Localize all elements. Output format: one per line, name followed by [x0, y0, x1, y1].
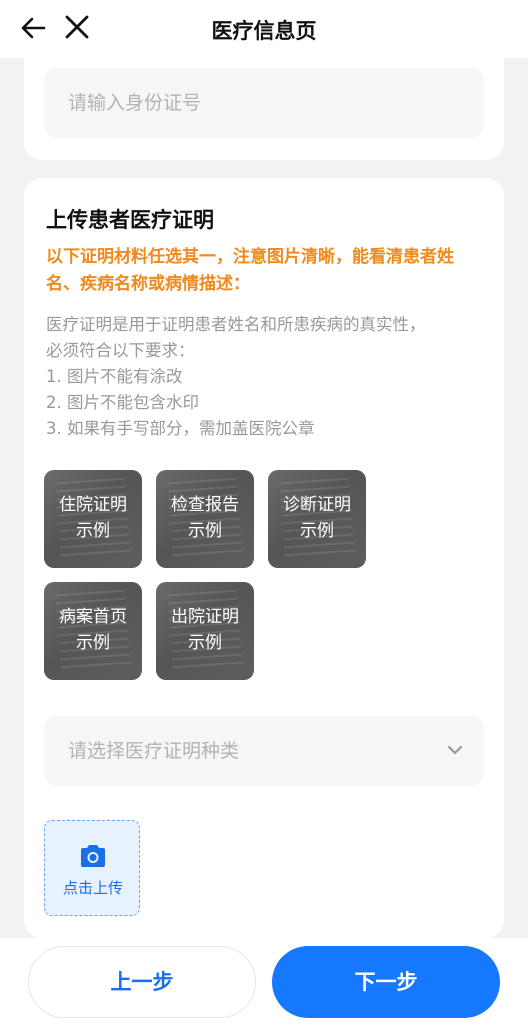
example-label-line1: 住院证明: [59, 495, 127, 515]
description-line: 2. 图片不能包含水印: [46, 393, 199, 412]
example-medical-record-front-page[interactable]: 病案首页 示例: [44, 582, 142, 680]
proof-type-placeholder: 请选择医疗证明种类: [68, 740, 240, 762]
example-label: 诊断证明 示例: [268, 492, 366, 544]
warning-text: 以下证明材料任选其一，注意图片清晰，能看清患者姓名、疾病名称或病情描述：: [46, 247, 454, 294]
bottom-action-bar: 上一步 下一步: [0, 938, 528, 1024]
example-discharge-proof[interactable]: 出院证明 示例: [156, 582, 254, 680]
example-exam-report[interactable]: 检查报告 示例: [156, 470, 254, 568]
requirements-description: 医疗证明是用于证明患者姓名和所患疾病的真实性， 必须符合以下要求： 1. 图片不…: [46, 312, 486, 442]
example-label-line1: 出院证明: [171, 607, 239, 627]
upload-image-button[interactable]: 点击上传: [44, 820, 140, 916]
upload-label: 点击上传: [62, 879, 123, 897]
example-label: 出院证明 示例: [156, 604, 254, 656]
description-line: 必须符合以下要求：: [46, 341, 195, 360]
example-hospitalization-proof[interactable]: 住院证明 示例: [44, 470, 142, 568]
top-nav-bar: 医疗信息页: [0, 0, 528, 58]
example-label-line2: 示例: [300, 521, 334, 541]
chevron-down-icon: [447, 745, 463, 755]
section-title: 上传患者医疗证明: [46, 208, 214, 232]
example-label-line1: 诊断证明: [283, 495, 351, 515]
description-line: 1. 图片不能有涂改: [46, 367, 183, 386]
next-step-button[interactable]: 下一步: [272, 946, 500, 1018]
example-label: 检查报告 示例: [156, 492, 254, 544]
proof-type-select[interactable]: 请选择医疗证明种类: [44, 716, 484, 786]
example-label-line1: 检查报告: [171, 495, 239, 515]
description-line: 医疗证明是用于证明患者姓名和所患疾病的真实性，: [46, 315, 426, 334]
example-grid: 住院证明 示例 检查报告 示例 诊断证明 示例 病案首页 示例 出院证明 示例: [44, 470, 484, 680]
id-number-input[interactable]: 请输入身份证号: [44, 68, 484, 138]
example-label-line2: 示例: [188, 521, 222, 541]
description-line: 3. 如果有手写部分，需加盖医院公章: [46, 419, 315, 438]
example-label-line1: 病案首页: [59, 607, 127, 627]
example-label-line2: 示例: [76, 521, 110, 541]
camera-icon: [81, 845, 105, 867]
example-label-line2: 示例: [188, 633, 222, 653]
example-label: 病案首页 示例: [44, 604, 142, 656]
medical-proof-section: 上传患者医疗证明 以下证明材料任选其一，注意图片清晰，能看清患者姓名、疾病名称或…: [24, 178, 504, 938]
previous-step-button[interactable]: 上一步: [28, 946, 256, 1018]
example-label-line2: 示例: [76, 633, 110, 653]
id-card-section: 请输入身份证号: [24, 40, 504, 160]
example-label: 住院证明 示例: [44, 492, 142, 544]
page-title: 医疗信息页: [211, 19, 317, 43]
example-diagnosis-proof[interactable]: 诊断证明 示例: [268, 470, 366, 568]
